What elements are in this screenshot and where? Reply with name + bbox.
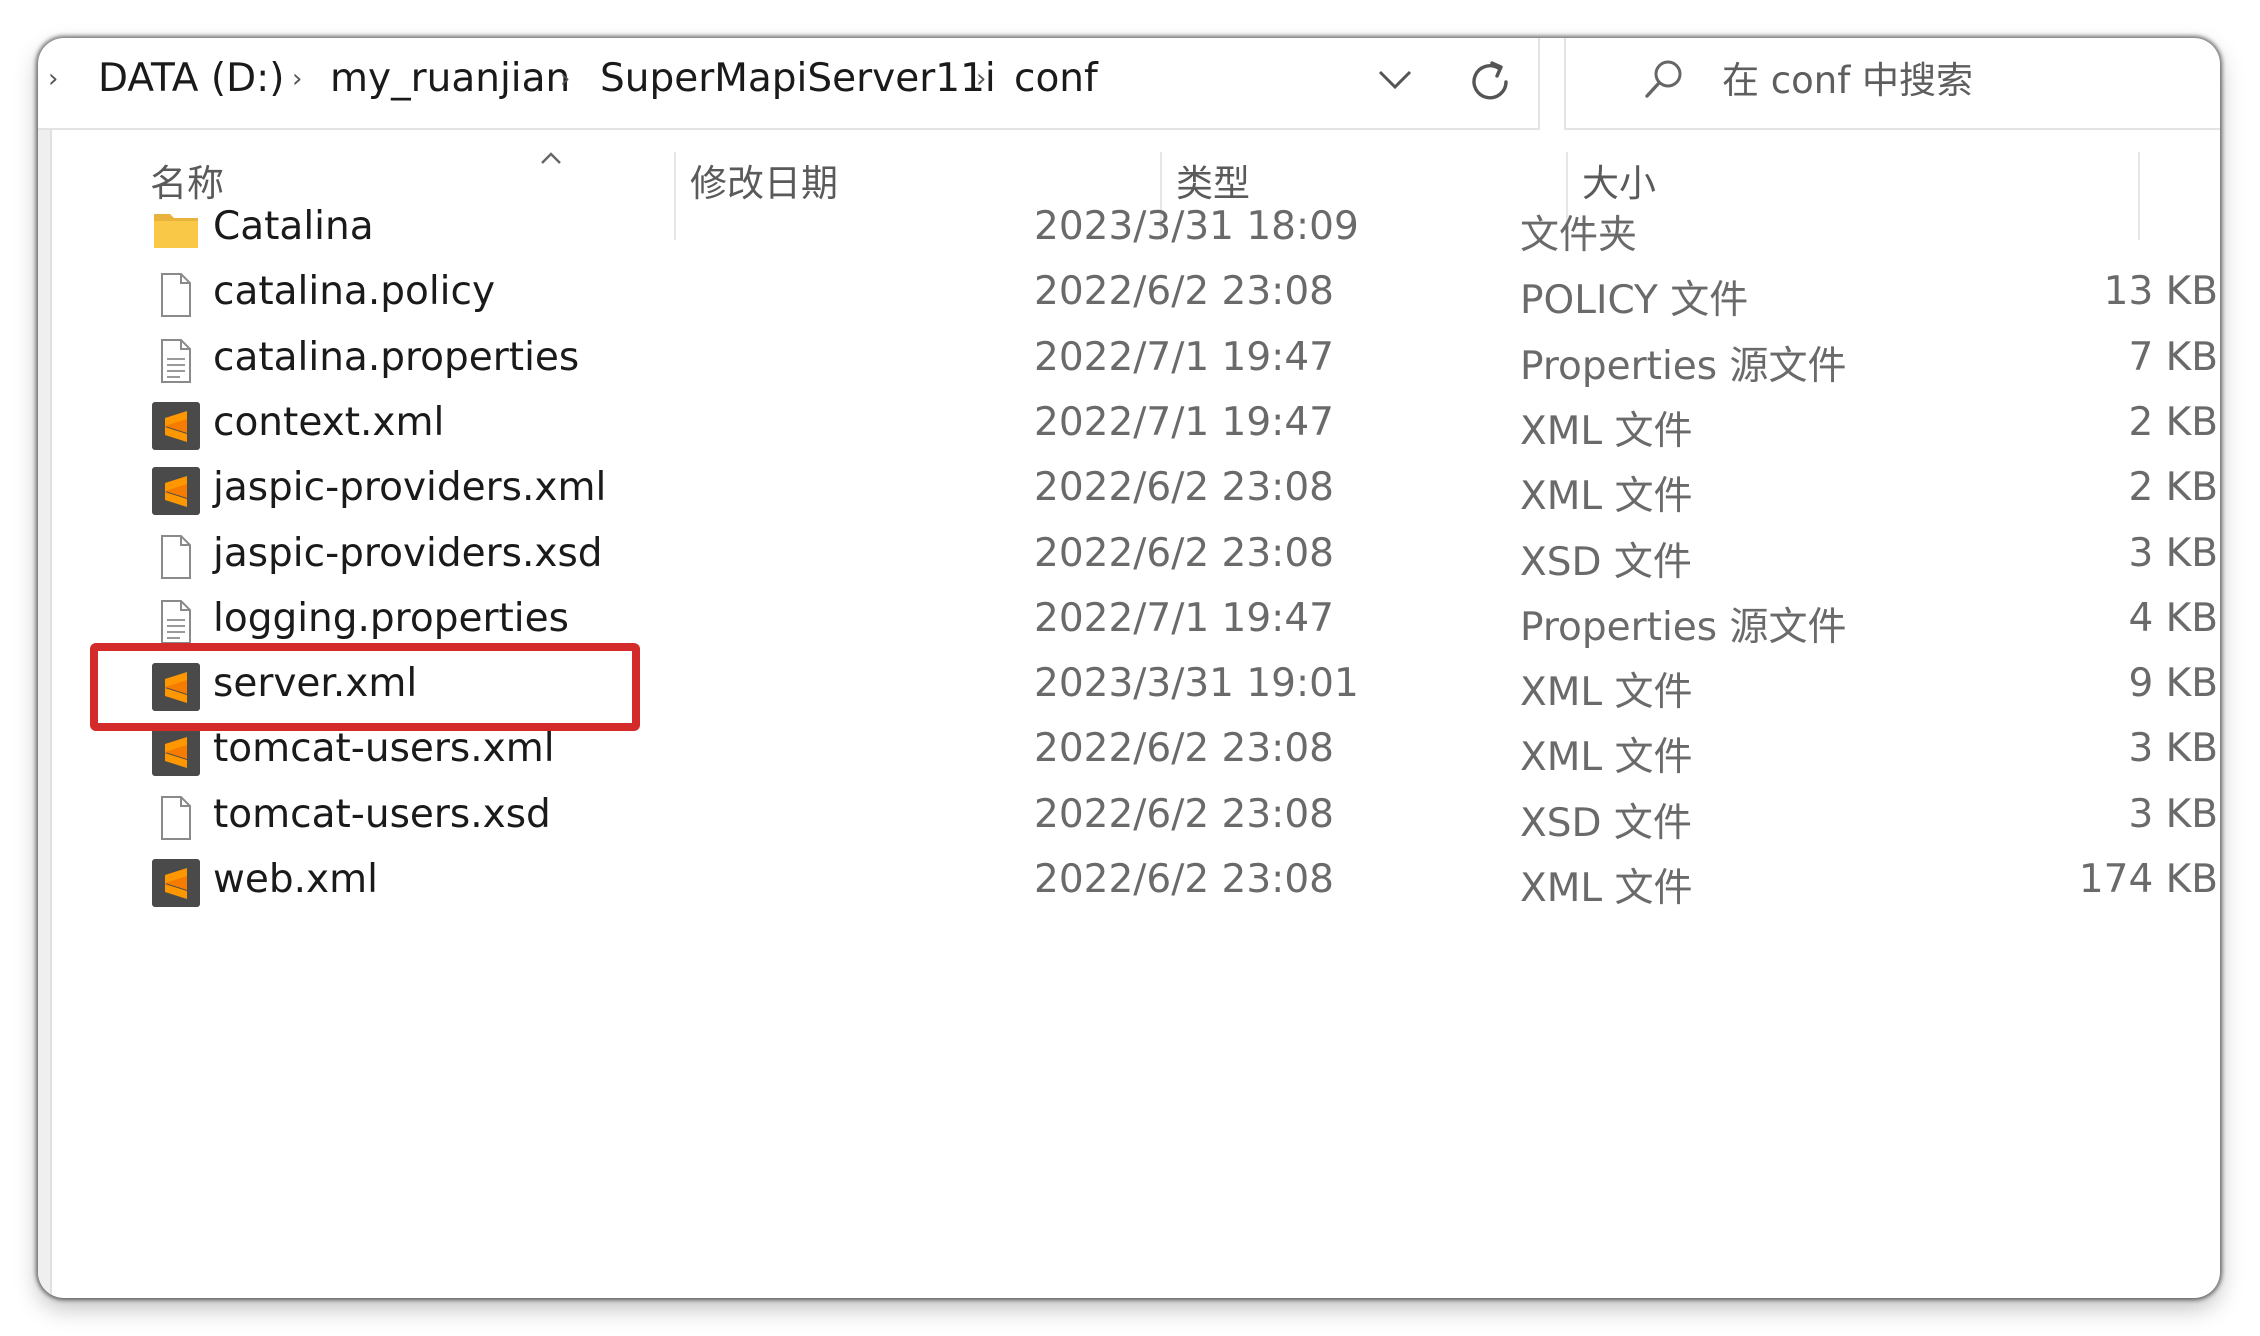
file-modified-date: 2022/7/1 19:47 (1034, 334, 1334, 380)
sublime-xml-icon (152, 728, 200, 777)
search-box[interactable] (1564, 38, 2220, 130)
file-modified-date: 2022/6/2 23:08 (1034, 465, 1334, 511)
file-name: logging.properties (213, 595, 569, 641)
file-name: catalina.properties (213, 334, 580, 380)
refresh-icon[interactable] (1462, 54, 1518, 110)
file-size: 3 KB (2128, 726, 2218, 772)
breadcrumb-separator-chevron-icon[interactable]: › (976, 64, 986, 94)
file-name: jaspic-providers.xml (213, 465, 607, 511)
file-icon (152, 533, 200, 581)
highlight-box (90, 643, 640, 732)
file-size: 7 KB (2128, 334, 2218, 380)
breadcrumb-item-my-ruanjian[interactable]: my_ruanjian (330, 56, 570, 101)
file-size: 3 KB (2128, 530, 2218, 576)
text-file-icon (152, 598, 200, 646)
file-name: tomcat-users.xsd (213, 791, 551, 837)
file-modified-date: 2022/6/2 23:08 (1034, 726, 1334, 772)
breadcrumb-item-drive[interactable]: DATA (D:) (98, 56, 284, 101)
breadcrumb-separator-chevron-icon[interactable]: › (292, 64, 302, 94)
file-size: 4 KB (2128, 595, 2218, 641)
search-icon (1645, 60, 1682, 98)
file-row[interactable]: web.xml 2022/6/2 23:08 XML 文件 174 KB (98, 837, 2218, 931)
file-modified-date: 2022/7/1 19:47 (1034, 399, 1334, 445)
file-size: 2 KB (2128, 465, 2218, 511)
file-modified-date: 2022/6/2 23:08 (1034, 857, 1334, 902)
breadcrumb-item-supermap[interactable]: SuperMapiServer11i (600, 56, 996, 101)
address-bar[interactable]: › DATA (D:) › my_ruanjian › SuperMapiSer… (38, 38, 1540, 130)
file-size: 13 KB (2103, 269, 2218, 315)
file-name: web.xml (213, 857, 378, 902)
file-modified-date: 2022/6/2 23:08 (1034, 791, 1334, 837)
file-name: Catalina (213, 204, 374, 249)
file-size: 2 KB (2128, 399, 2218, 445)
chevron-down-icon[interactable] (1370, 54, 1420, 104)
file-explorer-window: › DATA (D:) › my_ruanjian › SuperMapiSer… (38, 38, 2220, 1298)
search-input[interactable] (1722, 50, 2202, 110)
file-modified-date: 2022/6/2 23:08 (1034, 530, 1334, 576)
file-name: context.xml (213, 399, 445, 445)
folder-icon (152, 206, 200, 254)
sublime-xml-icon (152, 467, 200, 516)
file-icon (152, 271, 200, 319)
file-size: 9 KB (2128, 661, 2218, 707)
file-size: 3 KB (2128, 791, 2218, 837)
file-name: catalina.policy (213, 269, 496, 315)
file-modified-date: 2023/3/31 19:01 (1034, 661, 1359, 707)
sublime-xml-icon (152, 401, 200, 450)
breadcrumb-root-chevron-icon[interactable]: › (48, 64, 58, 94)
file-name: jaspic-providers.xsd (213, 530, 603, 576)
breadcrumb-separator-chevron-icon[interactable]: › (560, 64, 570, 94)
file-type: XML 文件 (1520, 866, 1693, 911)
file-modified-date: 2022/6/2 23:08 (1034, 269, 1334, 315)
file-modified-date: 2023/3/31 18:09 (1034, 204, 1359, 249)
sublime-xml-icon (152, 859, 200, 907)
file-modified-date: 2022/7/1 19:47 (1034, 595, 1334, 641)
breadcrumb-item-conf[interactable]: conf (1014, 56, 1098, 101)
file-size: 174 KB (2078, 857, 2218, 902)
file-name: tomcat-users.xml (213, 726, 555, 772)
text-file-icon (152, 337, 200, 385)
file-icon (152, 794, 200, 842)
sort-ascending-icon (541, 152, 561, 164)
navigation-pane-edge (38, 130, 52, 1298)
